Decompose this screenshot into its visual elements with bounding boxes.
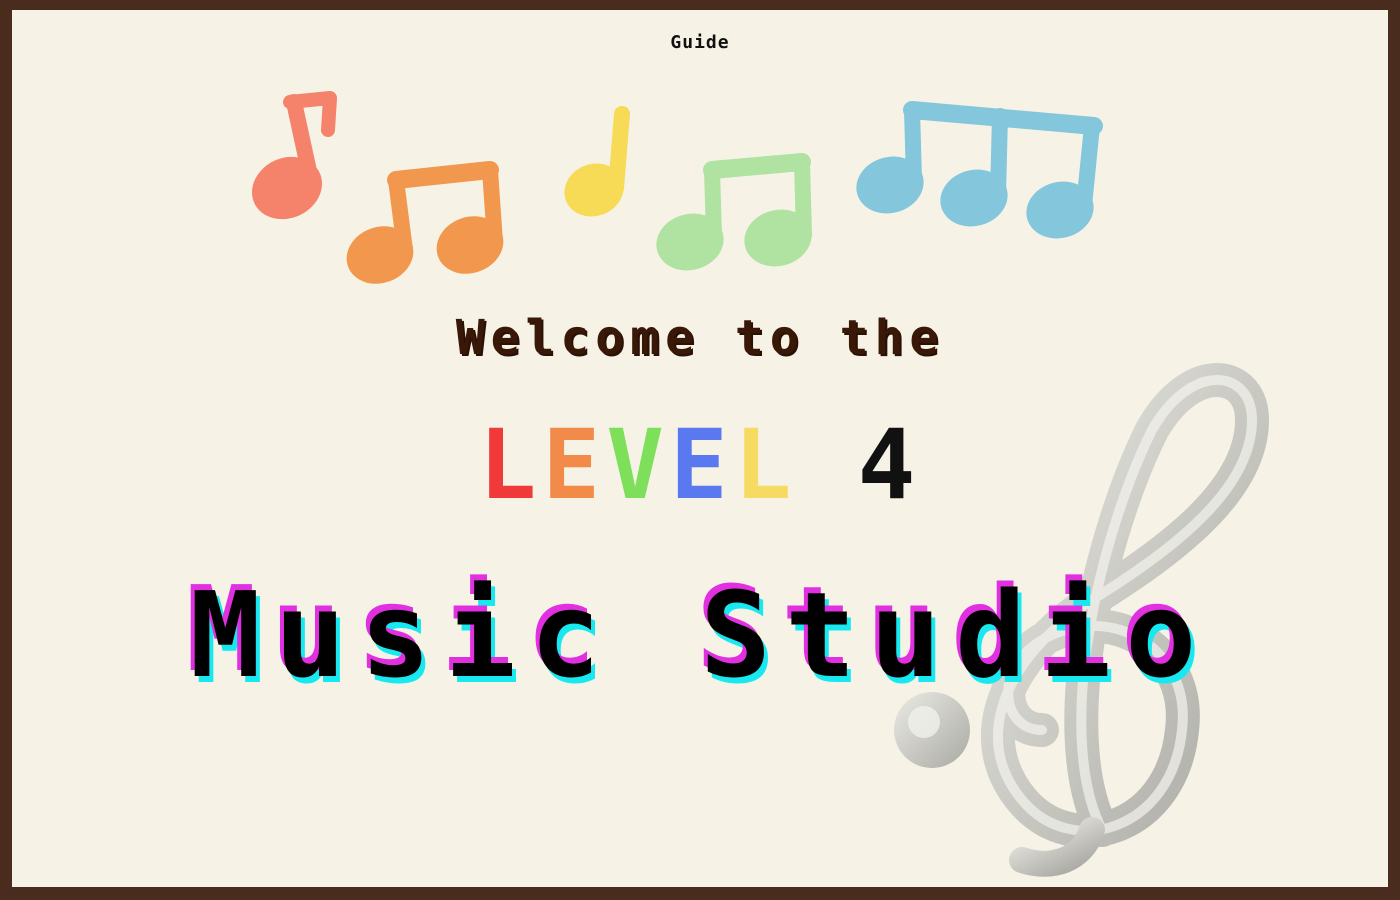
level-letter-1: L bbox=[478, 409, 543, 521]
beamed-triplet-notes-icon bbox=[856, 101, 1103, 239]
level-letter-3: V bbox=[606, 409, 670, 521]
level-title: LEVEL 4 bbox=[12, 410, 1388, 520]
welcome-heading: Welcome to the bbox=[455, 310, 945, 366]
level-letter-4: E bbox=[670, 409, 734, 521]
beamed-eighth-notes-icon bbox=[656, 153, 812, 271]
music-studio-title: Music Studio bbox=[189, 566, 1211, 704]
eighth-note-icon bbox=[251, 91, 337, 220]
level-letter-5: L bbox=[733, 409, 798, 521]
page-frame: Guide Welcome to the LEVEL 4 Music Studi… bbox=[0, 0, 1400, 900]
level-number: 4 bbox=[857, 409, 922, 521]
beamed-eighth-notes-icon bbox=[346, 161, 504, 284]
music-notes-decoration bbox=[251, 91, 1103, 284]
level-letter-2: E bbox=[542, 409, 607, 521]
level-word: LEVEL bbox=[479, 410, 798, 520]
quarter-note-icon bbox=[564, 106, 630, 217]
